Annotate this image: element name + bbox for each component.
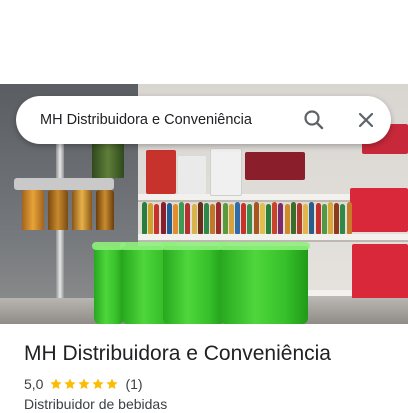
rating-stars <box>49 377 119 391</box>
photo-bottle <box>303 204 309 234</box>
photo-bottle <box>340 204 346 234</box>
photo-bottle <box>346 202 352 234</box>
rating-row[interactable]: 5,0 (1) <box>24 375 143 393</box>
photo-bottle <box>197 202 203 234</box>
photo-bottle <box>142 202 147 234</box>
photo-bottle <box>278 203 284 234</box>
star-icon <box>106 378 119 390</box>
photo-bottle <box>179 202 185 234</box>
photo-bottle <box>259 203 265 234</box>
photo-bottle <box>185 203 191 234</box>
photo-dispenser-rack <box>14 178 114 190</box>
photo-green-drink-cup <box>161 242 227 324</box>
photo-bottle <box>247 204 253 234</box>
photo-spirit-bottle <box>92 142 124 178</box>
photo-bottle <box>154 204 160 234</box>
search-icon[interactable] <box>300 106 328 134</box>
photo-bottle <box>222 203 228 234</box>
place-name: MH Distribuidora e Conveniência <box>24 342 331 365</box>
star-icon <box>92 378 105 390</box>
photo-spirit-bottle <box>22 190 44 230</box>
star-icon <box>78 378 91 390</box>
top-blank-area <box>0 0 408 84</box>
photo-beverage-case <box>245 152 305 180</box>
search-query-text[interactable]: MH Distribuidora e Conveniência <box>40 110 280 130</box>
photo-bottle <box>228 204 234 234</box>
photo-bottle <box>210 204 216 234</box>
photo-bottle <box>328 202 333 234</box>
photo-bottle <box>284 204 290 234</box>
star-icon <box>50 378 63 390</box>
photo-bottle <box>173 204 178 234</box>
photo-bottle <box>334 203 340 234</box>
photo-spirit-bottle <box>72 190 92 230</box>
photo-spirit-bottle <box>96 190 114 230</box>
photo-bottle <box>321 204 327 234</box>
photo-green-drink-cup <box>92 242 126 324</box>
photo-green-drink-cup <box>218 242 310 324</box>
photo-bottle <box>216 202 222 234</box>
photo-bottle <box>235 202 240 234</box>
photo-spirit-bottle <box>48 190 68 230</box>
photo-bottle <box>148 203 154 234</box>
photo-shelf <box>138 234 408 242</box>
close-icon[interactable] <box>352 106 380 134</box>
search-bar[interactable]: MH Distribuidora e Conveniência <box>16 96 391 144</box>
photo-bottle <box>204 203 209 234</box>
photo-beverage-case <box>352 244 408 302</box>
photo-bottle <box>253 202 259 234</box>
photo-bottle <box>266 204 271 234</box>
photo-bottle <box>290 202 296 234</box>
photo-beverage-case <box>178 156 206 194</box>
photo-beverage-case <box>350 188 408 232</box>
place-category: Distribuidor de bebidas <box>24 396 168 412</box>
photo-bottle <box>191 204 197 234</box>
photo-bottle <box>297 203 302 234</box>
photo-bottle <box>160 202 166 234</box>
photo-dispenser-pole <box>56 144 64 324</box>
photo-bottle <box>309 202 315 234</box>
photo-bottle <box>272 202 278 234</box>
review-count[interactable]: (1) <box>125 376 142 392</box>
photo-bottle <box>166 203 172 234</box>
rating-value: 5,0 <box>24 376 44 392</box>
photo-bottle <box>241 203 247 234</box>
photo-bottle <box>315 203 321 234</box>
photo-beverage-case <box>146 150 176 194</box>
star-icon <box>64 378 77 390</box>
photo-beverage-case <box>210 148 242 196</box>
